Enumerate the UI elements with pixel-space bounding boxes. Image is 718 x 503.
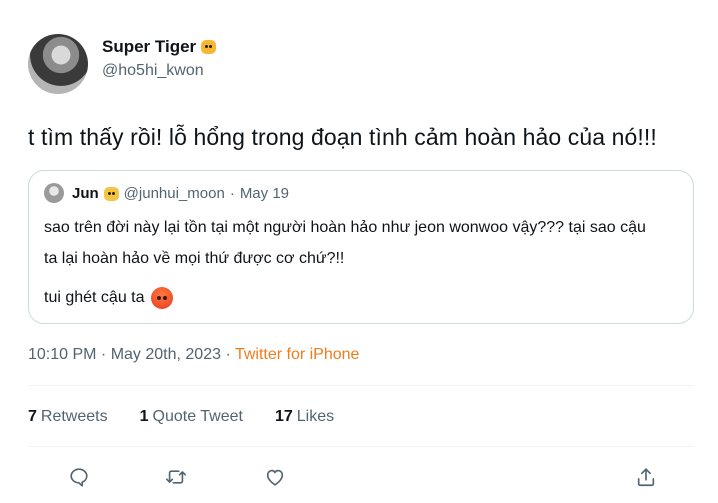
- retweets-label: Retweets: [40, 408, 108, 425]
- source-link[interactable]: Twitter for iPhone: [235, 346, 360, 363]
- quoted-author-handle: @junhui_moon: [123, 185, 225, 202]
- share-icon: [637, 468, 655, 487]
- quote-tweets-count: 1: [139, 408, 149, 425]
- likes-count: 17: [274, 408, 293, 425]
- quoted-author-name: Jun: [72, 185, 99, 202]
- retweet-icon: [166, 470, 186, 484]
- quoted-separator: ·: [229, 185, 235, 202]
- likes-stat[interactable]: 17 Likes: [275, 408, 334, 426]
- quoted-text-line-1: sao trên đời này lại tồn tại một người h…: [44, 219, 646, 236]
- divider: [28, 446, 694, 447]
- cat-face-emoji-icon: [103, 186, 119, 201]
- retweets-stat[interactable]: 7 Retweets: [28, 408, 108, 426]
- quote-tweets-label: Quote Tweet: [152, 408, 243, 425]
- author-display-name[interactable]: Super Tiger: [102, 37, 196, 57]
- divider: [28, 385, 694, 386]
- quoted-author-avatar: [44, 183, 64, 203]
- likes-label: Likes: [296, 408, 335, 425]
- author-handle[interactable]: @ho5hi_kwon: [102, 62, 204, 80]
- quoted-date: May 19: [239, 185, 290, 202]
- quote-tweets-stat[interactable]: 1 Quote Tweet: [140, 408, 243, 426]
- angry-face-emoji-icon: [150, 287, 173, 309]
- tweet-timestamp: 10:10 PM · May 20th, 2023 · Twitter for …: [28, 346, 359, 364]
- engagement-stats: 7 Retweets 1 Quote Tweet 17 Likes: [28, 408, 334, 426]
- author-name-row[interactable]: Super Tiger: [102, 37, 217, 57]
- author-avatar[interactable]: [28, 34, 88, 94]
- quoted-text-line-3-row: tui ghét cậu ta: [44, 287, 173, 309]
- like-button[interactable]: [262, 464, 288, 490]
- like-icon: [266, 469, 284, 486]
- quoted-text-line-3: tui ghét cậu ta: [44, 289, 145, 307]
- reply-button[interactable]: [66, 464, 92, 490]
- reply-icon: [70, 468, 88, 487]
- timestamp-time-date[interactable]: 10:10 PM · May 20th, 2023 ·: [28, 346, 231, 363]
- retweet-button[interactable]: [163, 464, 189, 490]
- retweets-count: 7: [28, 408, 37, 425]
- share-button[interactable]: [633, 464, 659, 490]
- quoted-text-line-2: ta lại hoàn hảo về mọi thứ được cơ chứ?!…: [44, 250, 345, 267]
- tweet-text: t tìm thấy rồi! lỗ hổng trong đoạn tình …: [28, 124, 657, 150]
- tiger-face-emoji-icon: [201, 40, 217, 54]
- quoted-tweet-header: Jun @junhui_moon · May 19: [72, 185, 289, 202]
